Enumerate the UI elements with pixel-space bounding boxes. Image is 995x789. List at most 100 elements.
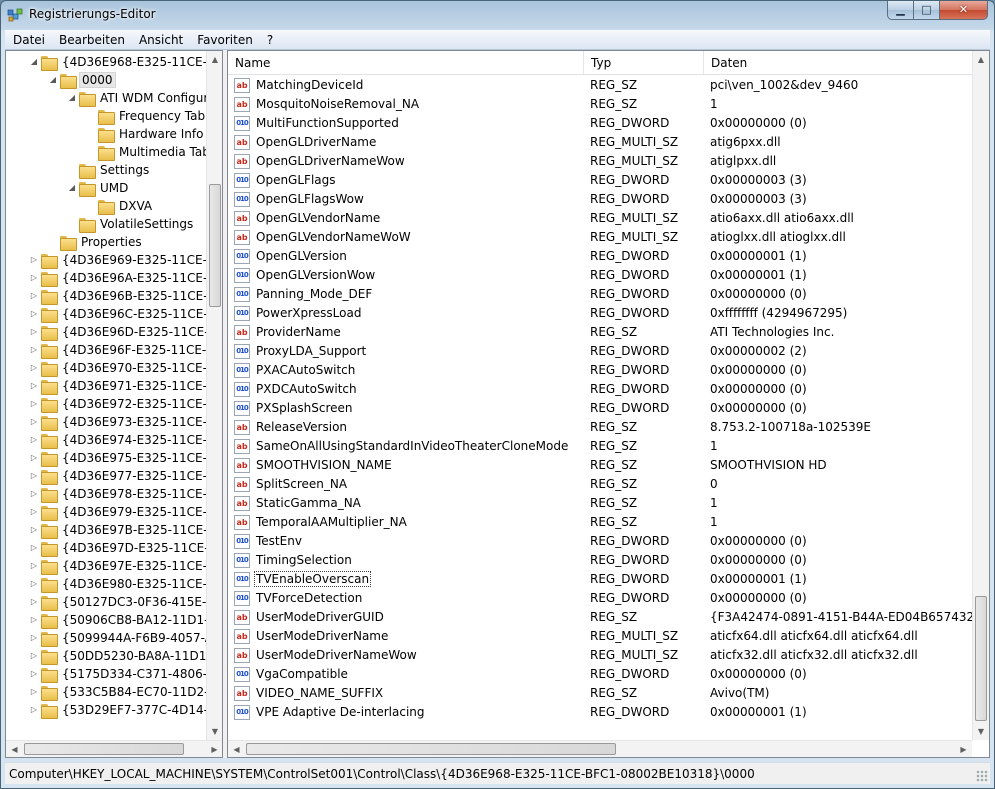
tree-horizontal-scrollbar[interactable]: ◀ ▶ [6, 740, 222, 757]
expanded-arrow-icon[interactable]: ◢ [47, 71, 59, 89]
tree-item[interactable]: Hardware Info [85, 125, 205, 143]
scroll-down-icon[interactable]: ▼ [207, 723, 222, 740]
value-row[interactable]: 010 VPE Adaptive De-interlacing REG_DWORD 0… [228, 703, 973, 722]
value-row[interactable]: ab TemporalAAMultiplier_NA REG_SZ 1 [228, 513, 973, 532]
collapsed-arrow-icon[interactable]: ▷ [28, 341, 40, 359]
tree-item[interactable]: ▷ {4D36E96A-E325-11CE-BFC [28, 269, 206, 287]
value-row[interactable]: 010 TVForceDetection REG_DWORD 0x00000000 (… [228, 589, 973, 608]
value-row[interactable]: ab MatchingDeviceId REG_SZ pci\ven_1002&dev… [228, 76, 973, 95]
collapsed-arrow-icon[interactable]: ▷ [28, 593, 40, 611]
tree-item[interactable]: ▷ {4D36E980-E325-11CE-BFC [28, 575, 206, 593]
value-row[interactable]: 010 ProxyLDA_Support REG_DWORD 0x00000002 (… [228, 342, 973, 361]
collapsed-arrow-icon[interactable]: ▷ [28, 413, 40, 431]
menu-bearbeiten[interactable]: Bearbeiten [51, 30, 131, 49]
collapsed-arrow-icon[interactable]: ▷ [28, 449, 40, 467]
tree-item[interactable]: Frequency Table [85, 107, 206, 125]
value-row[interactable]: 010 PXACAutoSwitch REG_DWORD 0x00000000 (0) [228, 361, 973, 380]
list-horizontal-scrollbar[interactable]: ◀ ▶ [228, 740, 972, 757]
collapsed-arrow-icon[interactable]: ▷ [28, 611, 40, 629]
expanded-arrow-icon[interactable]: ◢ [66, 89, 78, 107]
collapsed-arrow-icon[interactable]: ▷ [28, 683, 40, 701]
collapsed-arrow-icon[interactable]: ▷ [28, 557, 40, 575]
value-row[interactable]: ab ReleaseVersion REG_SZ 8.753.2-100718a-10… [228, 418, 973, 437]
scroll-up-icon[interactable]: ▲ [973, 51, 989, 68]
value-row[interactable]: ab SplitScreen_NA REG_SZ 0 [228, 475, 973, 494]
minimize-button[interactable]: ▁ [887, 1, 914, 20]
tree-item[interactable]: Properties [47, 233, 144, 251]
scroll-left-icon[interactable]: ◀ [228, 741, 245, 757]
menu-datei[interactable]: Datei [5, 30, 51, 49]
scroll-up-icon[interactable]: ▲ [207, 51, 222, 68]
tree-item[interactable]: Multimedia Tab [85, 143, 206, 161]
value-row[interactable]: ab UserModeDriverGUID REG_SZ {F3A42474-0891… [228, 608, 973, 627]
collapsed-arrow-icon[interactable]: ▷ [28, 575, 40, 593]
title-bar[interactable]: Registrierungs-Editor ▁ □ ✕ [1, 1, 994, 30]
value-row[interactable]: ab OpenGLVendorName REG_MULTI_SZ atio6axx.d… [228, 209, 973, 228]
tree-item[interactable]: ▷ {4D36E974-E325-11CE-BFC [28, 431, 206, 449]
resize-grip-icon[interactable] [976, 770, 988, 782]
list-scroll-thumb[interactable] [975, 596, 987, 721]
value-row[interactable]: 010 TimingSelection REG_DWORD 0x00000000 (0… [228, 551, 973, 570]
collapsed-arrow-icon[interactable]: ▷ [28, 359, 40, 377]
value-row[interactable]: ab VIDEO_NAME_SUFFIX REG_SZ Avivo(TM) [228, 684, 973, 703]
menu-ansicht[interactable]: Ansicht [131, 30, 189, 49]
tree-item[interactable]: ▷ {4D36E977-E325-11CE-BFC [28, 467, 206, 485]
collapsed-arrow-icon[interactable]: ▷ [28, 305, 40, 323]
expanded-arrow-icon[interactable]: ◢ [66, 179, 78, 197]
tree-item[interactable]: ▷ {533C5B84-EC70-11D2-950 [28, 683, 206, 701]
value-row[interactable]: 010 PowerXpressLoad REG_DWORD 0xffffffff (4… [228, 304, 973, 323]
scroll-right-icon[interactable]: ▶ [955, 741, 972, 757]
tree-item[interactable]: ▷ {53D29EF7-377C-4D14-864 [28, 701, 206, 719]
tree-item[interactable]: ▷ {4D36E96F-E325-11CE-BFC [28, 341, 206, 359]
collapsed-arrow-icon[interactable]: ▷ [28, 629, 40, 647]
tree-item[interactable]: ▷ {50127DC3-0F36-415E-A6C [28, 593, 206, 611]
tree-item[interactable]: ▷ {4D36E979-E325-11CE-BFC [28, 503, 206, 521]
list-vertical-scrollbar[interactable]: ▲ ▼ [972, 51, 989, 740]
value-row[interactable]: 010 TestEnv REG_DWORD 0x00000000 (0) [228, 532, 973, 551]
tree-item[interactable]: Settings [66, 161, 151, 179]
value-row[interactable]: 010 OpenGLFlags REG_DWORD 0x00000003 (3) [228, 171, 973, 190]
collapsed-arrow-icon[interactable]: ▷ [28, 647, 40, 665]
registry-tree[interactable]: ◢{4D36E968-E325-11CE-BFC1◢0000◢ATI WDM C… [5, 50, 223, 758]
tree-scroll-thumb[interactable] [209, 184, 221, 307]
collapsed-arrow-icon[interactable]: ▷ [28, 251, 40, 269]
value-row[interactable]: 010 TVEnableOverscan REG_DWORD 0x00000001 (… [228, 570, 973, 589]
list-hscroll-thumb[interactable] [246, 743, 616, 755]
value-row[interactable]: ab OpenGLVendorNameWoW REG_MULTI_SZ atioglx… [228, 228, 973, 247]
collapsed-arrow-icon[interactable]: ▷ [28, 503, 40, 521]
value-row[interactable]: ab OpenGLDriverName REG_MULTI_SZ atig6pxx.d… [228, 133, 973, 152]
collapsed-arrow-icon[interactable]: ▷ [28, 521, 40, 539]
value-row[interactable]: 010 PXSplashScreen REG_DWORD 0x00000000 (0) [228, 399, 973, 418]
column-header-type[interactable]: Typ [584, 51, 704, 75]
values-list[interactable]: Name Typ Daten ab MatchingDeviceId REG_SZ p… [227, 50, 990, 758]
tree-item[interactable]: ▷ {4D36E978-E325-11CE-BFC [28, 485, 206, 503]
value-row[interactable]: ab ProviderName REG_SZ ATI Technologies Inc… [228, 323, 973, 342]
value-row[interactable]: ab MosquitoNoiseRemoval_NA REG_SZ 1 [228, 95, 973, 114]
value-row[interactable]: 010 OpenGLVersionWow REG_DWORD 0x00000001 (… [228, 266, 973, 285]
collapsed-arrow-icon[interactable]: ▷ [28, 323, 40, 341]
tree-item[interactable]: ◢ {4D36E968-E325-11CE-BFC1 [28, 53, 206, 71]
value-row[interactable]: 010 MultiFunctionSupported REG_DWORD 0x0000… [228, 114, 973, 133]
tree-item[interactable]: ▷ {4D36E97D-E325-11CE-BFC [28, 539, 206, 557]
collapsed-arrow-icon[interactable]: ▷ [28, 665, 40, 683]
value-row[interactable]: ab StaticGamma_NA REG_SZ 1 [228, 494, 973, 513]
tree-item[interactable]: ◢ UMD [66, 179, 130, 197]
value-row[interactable]: ab UserModeDriverName REG_MULTI_SZ aticfx64… [228, 627, 973, 646]
value-row[interactable]: ab UserModeDriverNameWow REG_MULTI_SZ aticf… [228, 646, 973, 665]
tree-item[interactable]: ◢ 0000 [47, 71, 116, 89]
maximize-button[interactable]: □ [914, 1, 940, 20]
column-header-data[interactable]: Daten [704, 51, 973, 75]
tree-item[interactable]: ▷ {4D36E969-E325-11CE-BFC1 [28, 251, 206, 269]
tree-item[interactable]: VolatileSettings [66, 215, 195, 233]
close-button[interactable]: ✕ [940, 1, 988, 20]
tree-hscroll-thumb[interactable] [24, 743, 184, 755]
tree-item[interactable]: ▷ {4D36E972-E325-11CE-BFC [28, 395, 206, 413]
collapsed-arrow-icon[interactable]: ▷ [28, 287, 40, 305]
tree-item[interactable]: ◢ ATI WDM Configura [66, 89, 206, 107]
menu-help[interactable]: ? [259, 30, 279, 49]
value-row[interactable]: ab OpenGLDriverNameWow REG_MULTI_SZ atiglpx… [228, 152, 973, 171]
tree-item[interactable]: ▷ {4D36E970-E325-11CE-BFC [28, 359, 206, 377]
tree-item[interactable]: ▷ {4D36E973-E325-11CE-BFC [28, 413, 206, 431]
value-row[interactable]: 010 PXDCAutoSwitch REG_DWORD 0x00000000 (0) [228, 380, 973, 399]
expanded-arrow-icon[interactable]: ◢ [28, 53, 40, 71]
